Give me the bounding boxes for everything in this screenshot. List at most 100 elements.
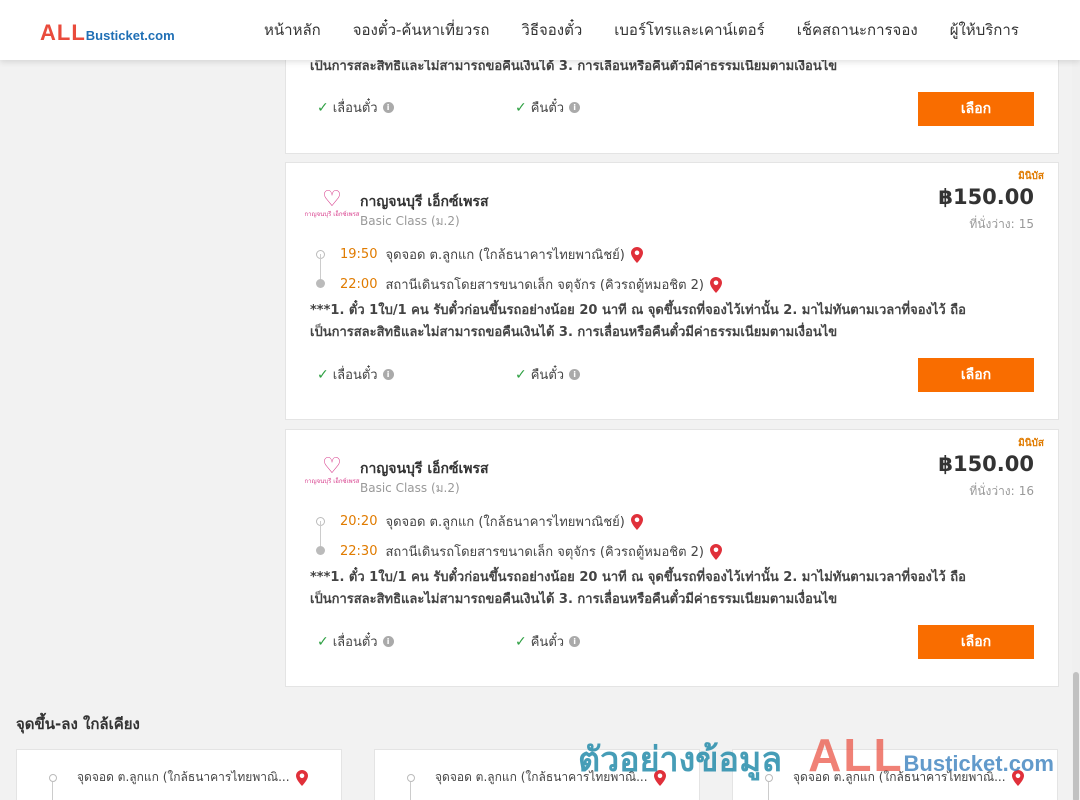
heart-logo-icon: ♡ [322,454,342,479]
refund-ticket-option: ✓ คืนตั๋ว i [515,631,713,652]
info-icon[interactable]: i [382,636,394,647]
nearby-stop-card[interactable]: จุดจอด ต.ลูกแก (ใกล้ธนาคารไทยพาณิ... [16,749,342,800]
change-ticket-label: เลื่อนตั๋ว [332,635,378,650]
arrival-dot [316,279,325,288]
route-line [320,521,321,549]
main-nav: หน้าหลัก จองตั๋ว-ค้นหาเที่ยวรถ วิธีจองตั… [248,0,1035,60]
seats-label: ที่นั่งว่าง: [969,484,1015,498]
ticket-price: ฿150.00 [938,452,1034,476]
vehicle-type-badge: มินิบัส [1018,171,1044,182]
map-pin-icon[interactable] [710,543,722,560]
select-trip-button[interactable]: เลือก [918,625,1034,659]
ticket-price: ฿150.00 [938,185,1034,209]
departure-time: 20:20 [340,514,378,529]
stop-dot [49,774,57,782]
route-line [410,782,411,800]
logo-domain-text: Busticket.com [85,28,175,43]
map-pin-icon[interactable] [630,513,643,530]
info-icon[interactable]: i [569,636,581,647]
vehicle-type-badge: มินิบัส [1018,438,1044,449]
stop-dot [765,774,773,782]
trip-conditions: ***1. ตั๋ว 1ใบ/1 คน รับตั๋วก่อนขึ้นรถอย่… [310,567,1030,611]
change-ticket-option: ✓ เลื่อนตั๋ว i [317,631,515,652]
scrollbar-thumb[interactable] [1073,672,1079,800]
nearby-stop-card[interactable]: จุดจอด ต.ลูกแก (ใกล้ธนาคารไทยพาณิ... [732,749,1058,800]
seats-count: 16 [1018,484,1034,498]
nearby-stop-name: จุดจอด ต.ลูกแก (ใกล้ธนาคารไทยพาณิ... [793,770,1006,784]
arrival-dot [316,546,325,555]
change-ticket-label: เลื่อนตั๋ว [332,101,378,116]
map-pin-icon[interactable] [295,769,308,786]
ticket-options: ✓ เลื่อนตั๋ว i ✓ คืนตั๋ว i [317,97,713,118]
select-trip-button[interactable]: เลือก [918,92,1034,126]
nearby-stop-row: จุดจอด ต.ลูกแก (ใกล้ธนาคารไทยพาณิ... [435,768,666,787]
nearby-stop-name: จุดจอด ต.ลูกแก (ใกล้ธนาคารไทยพาณิ... [435,770,648,784]
trip-card: มินิบัส ♡ กาญจนบุรี เอ็กซ์เพรส กาญจนบุรี… [285,162,1059,420]
condition-line: ***1. ตั๋ว 1ใบ/1 คน รับตั๋วก่อนขึ้นรถอย่… [310,303,966,318]
arrival-time: 22:00 [340,277,378,292]
departure-place: จุดจอด ต.ลูกแก (ใกล้ธนาคารไทยพาณิชย์) [385,248,625,263]
ticket-options: ✓ เลื่อนตั๋ว i ✓ คืนตั๋ว i [317,631,713,652]
refund-ticket-option: ✓ คืนตั๋ว i [515,97,713,118]
departure-stop: 20:20 จุดจอด ต.ลูกแก (ใกล้ธนาคารไทยพาณิช… [340,511,643,532]
info-icon[interactable]: i [569,369,581,380]
operator-logo: ♡ กาญจนบุรี เอ็กซ์เพรส [305,189,360,229]
map-pin-icon[interactable] [710,276,722,293]
seats-available: ที่นั่งว่าง: 15 [969,215,1034,234]
operator-logo-text: กาญจนบุรี เอ็กซ์เพรส [304,478,360,485]
change-ticket-option: ✓ เลื่อนตั๋ว i [317,364,515,385]
nearby-stop-row: จุดจอด ต.ลูกแก (ใกล้ธนาคารไทยพาณิ... [77,768,308,787]
change-ticket-label: เลื่อนตั๋ว [332,368,378,383]
info-icon[interactable]: i [382,102,394,113]
check-icon: ✓ [515,366,527,383]
logo-all-text: ALL [40,20,86,45]
trip-route: 19:50 จุดจอด ต.ลูกแก (ใกล้ธนาคารไทยพาณิช… [316,241,1016,301]
stop-dot [407,774,415,782]
arrival-stop: 22:00 สถานีเดินรถโดยสารขนาดเล็ก จตุจักร … [340,274,722,295]
page-scrollbar[interactable] [1072,60,1080,800]
check-icon: ✓ [317,99,329,116]
nav-booking-search[interactable]: จองตั๋ว-ค้นหาเที่ยวรถ [353,18,490,42]
operator-name: กาญจนบุรี เอ็กซ์เพรส [360,461,489,477]
info-icon[interactable]: i [382,369,394,380]
nav-operators[interactable]: ผู้ให้บริการ [950,18,1019,42]
check-icon: ✓ [317,366,329,383]
change-ticket-option: ✓ เลื่อนตั๋ว i [317,97,515,118]
nearby-stop-card[interactable]: จุดจอด ต.ลูกแก (ใกล้ธนาคารไทยพาณิ... [374,749,700,800]
route-line [52,782,53,800]
route-line [768,782,769,800]
nearby-stop-name: จุดจอด ต.ลูกแก (ใกล้ธนาคารไทยพาณิ... [77,770,290,784]
bus-class: Basic Class (ม.2) [360,481,460,495]
nav-home[interactable]: หน้าหลัก [264,18,321,42]
map-pin-icon[interactable] [1011,769,1024,786]
arrival-place: สถานีเดินรถโดยสารขนาดเล็ก จตุจักร (คิวรถ… [385,278,704,293]
bus-class: Basic Class (ม.2) [360,214,460,228]
map-pin-icon[interactable] [653,769,666,786]
check-icon: ✓ [317,633,329,650]
trip-conditions: ***1. ตั๋ว 1ใบ/1 คน รับตั๋วก่อนขึ้นรถอย่… [310,300,1030,344]
seats-available: ที่นั่งว่าง: 16 [969,482,1034,501]
nav-check-booking[interactable]: เช็คสถานะการจอง [797,18,918,42]
nav-phone-counters[interactable]: เบอร์โทรและเคาน์เตอร์ [614,18,764,42]
arrival-place: สถานีเดินรถโดยสารขนาดเล็ก จตุจักร (คิวรถ… [385,545,704,560]
nav-how-to-book[interactable]: วิธีจองตั๋ว [521,18,582,42]
info-icon[interactable]: i [569,102,581,113]
trip-route: 20:20 จุดจอด ต.ลูกแก (ใกล้ธนาคารไทยพาณิช… [316,508,1016,568]
nearby-stop-row: จุดจอด ต.ลูกแก (ใกล้ธนาคารไทยพาณิ... [793,768,1024,787]
condition-line: ***1. ตั๋ว 1ใบ/1 คน รับตั๋วก่อนขึ้นรถอย่… [310,570,966,585]
ticket-options: ✓ เลื่อนตั๋ว i ✓ คืนตั๋ว i [317,364,713,385]
condition-line: เป็นการสละสิทธิและไม่สามารถขอคืนเงินได้ … [310,325,838,340]
select-trip-button[interactable]: เลือก [918,358,1034,392]
operator-logo-text: กาญจนบุรี เอ็กซ์เพรส [304,211,360,218]
operator-logo: ♡ กาญจนบุรี เอ็กซ์เพรส [305,454,360,496]
site-logo[interactable]: ALL Busticket.com [40,20,175,46]
map-pin-icon[interactable] [630,246,643,263]
check-icon: ✓ [515,633,527,650]
check-icon: ✓ [515,99,527,116]
nearby-stops-title: จุดขึ้น-ลง ใกล้เคียง [16,715,140,733]
condition-line: เป็นการสละสิทธิและไม่สามารถขอคืนเงินได้ … [310,592,838,607]
departure-time: 19:50 [340,247,378,262]
arrival-time: 22:30 [340,544,378,559]
refund-ticket-label: คืนตั๋ว [530,635,565,650]
refund-ticket-option: ✓ คืนตั๋ว i [515,364,713,385]
